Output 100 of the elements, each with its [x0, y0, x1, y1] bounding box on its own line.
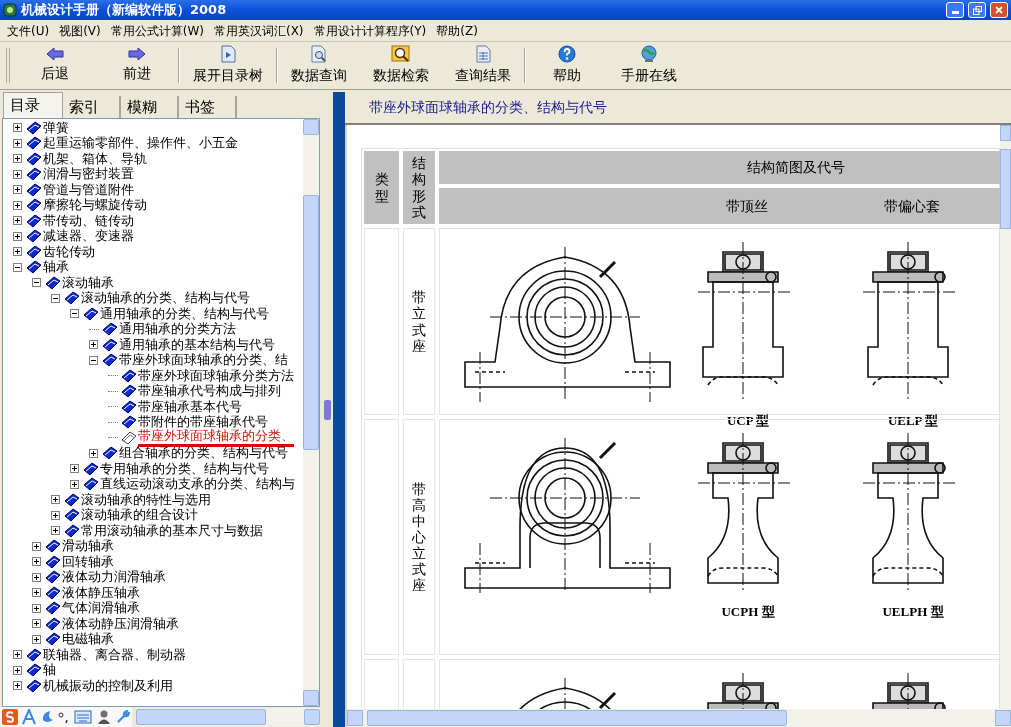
menu-item[interactable]: 常用公式计算(W): [105, 21, 209, 40]
tree-item[interactable]: 滚动轴承的分类、结构与代号: [81, 290, 250, 307]
table-document-icon: [475, 45, 491, 63]
book-icon: [63, 508, 80, 523]
tree-item[interactable]: 齿轮传动: [43, 243, 95, 260]
tree-item[interactable]: 带传动、链传动: [43, 212, 134, 229]
minimize-button[interactable]: [946, 2, 964, 18]
collapse-toggle[interactable]: [89, 355, 98, 365]
expand-toggle[interactable]: [32, 634, 41, 644]
expand-toggle[interactable]: [13, 169, 22, 179]
expand-toggle[interactable]: [32, 588, 41, 598]
tree-item[interactable]: 轴: [43, 662, 56, 679]
menu-item[interactable]: 常用设计计算程序(Y): [308, 21, 432, 40]
expand-toggle[interactable]: [13, 154, 22, 164]
menu-item[interactable]: 帮助(Z): [431, 21, 483, 40]
close-button[interactable]: [990, 2, 1008, 18]
user-icon: [96, 709, 112, 725]
tree-item[interactable]: 液体动静压润滑轴承: [62, 615, 179, 632]
back-arrow-icon: [46, 47, 64, 61]
expand-toggle[interactable]: [32, 619, 41, 629]
collapse-toggle[interactable]: [70, 309, 79, 319]
tree-item[interactable]: 减速器、变速器: [43, 228, 134, 245]
expand-toggle[interactable]: [13, 665, 22, 675]
tree-item[interactable]: 通用轴承的分类、结构与代号: [100, 305, 269, 322]
expand-toggle[interactable]: [89, 340, 98, 350]
toolbar-button[interactable]: 手册在线: [608, 44, 690, 87]
expand-toggle[interactable]: [70, 464, 79, 474]
tree-item[interactable]: 摩擦轮与螺旋传动: [43, 197, 147, 214]
expand-toggle[interactable]: [13, 650, 22, 660]
restore-button[interactable]: [968, 2, 986, 18]
tree-item[interactable]: 液体静压轴承: [62, 584, 140, 601]
tree-item[interactable]: 常用滚动轴承的基本尺寸与数据: [81, 522, 263, 539]
expand-toggle[interactable]: [13, 231, 22, 241]
book-icon: [120, 384, 137, 399]
tree-item[interactable]: 轴承: [43, 259, 69, 276]
expand-toggle[interactable]: [13, 123, 22, 133]
toolbar-button[interactable]: 帮助: [526, 44, 608, 87]
collapse-toggle[interactable]: [32, 278, 41, 288]
book-icon: [101, 337, 118, 352]
tree-item[interactable]: 组合轴承的分类、结构与代号: [119, 445, 288, 462]
expand-toggle[interactable]: [51, 510, 60, 520]
tree-item[interactable]: 联轴器、离合器、制动器: [43, 646, 186, 663]
tree-item[interactable]: 专用轴承的分类、结构与代号: [100, 460, 269, 477]
toolbar-button[interactable]: 查询结果: [442, 44, 524, 87]
expand-toggle[interactable]: [13, 185, 22, 195]
expand-toggle[interactable]: [89, 448, 98, 458]
tree-item[interactable]: 液体动力润滑轴承: [62, 569, 166, 586]
tree-item[interactable]: 弹簧: [43, 119, 69, 136]
toolbar-button[interactable]: 前进: [96, 44, 178, 87]
tree-item[interactable]: 带座轴承代号构成与排列: [138, 383, 281, 400]
menu-item[interactable]: 视图(V): [54, 21, 106, 40]
collapse-toggle[interactable]: [13, 262, 22, 272]
tree-item[interactable]: 回转轴承: [62, 553, 114, 570]
expand-toggle[interactable]: [32, 572, 41, 582]
tree-item[interactable]: 带座外球面球轴承分类方法: [138, 367, 294, 384]
expand-toggle[interactable]: [70, 479, 79, 489]
collapse-toggle[interactable]: [51, 293, 60, 303]
expand-toggle[interactable]: [32, 557, 41, 567]
tree-item[interactable]: 滑动轴承: [62, 538, 114, 555]
tree-item[interactable]: 直线运动滚动支承的分类、结构与: [100, 476, 295, 493]
expand-toggle[interactable]: [13, 216, 22, 226]
book-icon: [44, 585, 61, 600]
tree-item[interactable]: 机架、箱体、导轨: [43, 150, 147, 167]
expand-toggle[interactable]: [13, 681, 22, 691]
tree-item[interactable]: 机械振动的控制及利用: [43, 677, 173, 694]
column-header: 结构形式: [412, 155, 426, 220]
expand-toggle[interactable]: [13, 200, 22, 210]
book-icon: [63, 523, 80, 538]
toolbar-button[interactable]: 展开目录树: [180, 44, 276, 87]
tree-item[interactable]: 电磁轴承: [62, 631, 114, 648]
book-icon: [44, 601, 61, 616]
menu-item[interactable]: 常用英汉词汇(X): [208, 21, 309, 40]
tree-item[interactable]: 通用轴承的基本结构与代号: [119, 336, 275, 353]
tab[interactable]: 目录: [3, 92, 63, 118]
tree-item[interactable]: 起重运输零部件、操作件、小五金: [43, 135, 238, 152]
tree-item[interactable]: 滚动轴承: [62, 274, 114, 291]
connector-line: [108, 421, 118, 423]
tree-item[interactable]: 润滑与密封装置: [43, 166, 134, 183]
tree-item[interactable]: 通用轴承的分类方法: [119, 321, 236, 338]
expand-toggle[interactable]: [51, 526, 60, 536]
menu-item[interactable]: 文件(U): [2, 21, 55, 40]
forward-arrow-icon: [128, 47, 146, 61]
tree-item[interactable]: 滚动轴承的组合设计: [81, 507, 198, 524]
expand-toggle[interactable]: [32, 541, 41, 551]
toolbar-button[interactable]: 数据查询: [278, 44, 360, 87]
book-icon: [44, 539, 61, 554]
book-icon: [120, 399, 137, 414]
tree-item[interactable]: 带座轴承基本代号: [138, 398, 242, 415]
connector-line: [108, 406, 118, 408]
expand-toggle[interactable]: [51, 495, 60, 505]
keyboard-icon: [74, 710, 92, 724]
tree-item[interactable]: 滚动轴承的特性与选用: [81, 491, 211, 508]
tree-item[interactable]: 带座外球面球轴承的分类、结: [119, 352, 288, 369]
toolbar-button[interactable]: 数据检索: [360, 44, 442, 87]
toolbar-button[interactable]: 后退: [14, 44, 96, 87]
expand-toggle[interactable]: [32, 603, 41, 613]
expand-toggle[interactable]: [13, 138, 22, 148]
tree-item[interactable]: 气体润滑轴承: [62, 600, 140, 617]
tree-item[interactable]: 管道与管道附件: [43, 181, 134, 198]
expand-toggle[interactable]: [13, 247, 22, 257]
